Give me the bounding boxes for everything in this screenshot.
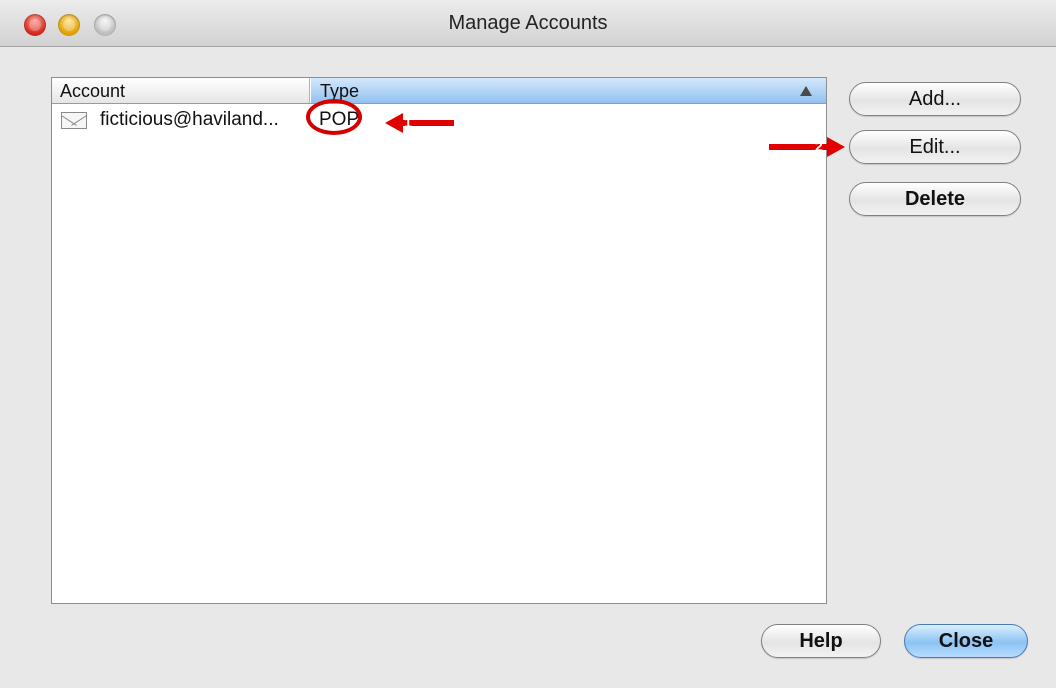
arrow-left-icon bbox=[385, 113, 403, 133]
add-button[interactable]: Add... bbox=[849, 82, 1021, 116]
title-bar: Manage Accounts bbox=[0, 0, 1056, 47]
annotation-circle bbox=[306, 99, 362, 135]
annotation-number-2: 2 bbox=[815, 138, 823, 154]
edit-button[interactable]: Edit... bbox=[849, 130, 1021, 164]
column-header-type-label: Type bbox=[320, 81, 360, 101]
accounts-table[interactable]: Account Type ficticious@haviland... POP bbox=[51, 77, 827, 604]
help-button[interactable]: Help bbox=[761, 624, 881, 658]
arrow-right-icon bbox=[827, 137, 845, 157]
table-header: Account Type bbox=[52, 78, 826, 104]
account-cell: ficticious@haviland... bbox=[100, 109, 279, 130]
delete-button[interactable]: Delete bbox=[849, 182, 1021, 216]
annotation-number-1: 1 bbox=[404, 114, 412, 130]
close-button[interactable]: Close bbox=[904, 624, 1028, 658]
sort-ascending-icon bbox=[800, 86, 812, 96]
column-header-type[interactable]: Type bbox=[311, 78, 826, 103]
envelope-icon bbox=[61, 112, 87, 129]
column-header-account[interactable]: Account bbox=[52, 78, 310, 103]
window-title: Manage Accounts bbox=[448, 12, 608, 34]
